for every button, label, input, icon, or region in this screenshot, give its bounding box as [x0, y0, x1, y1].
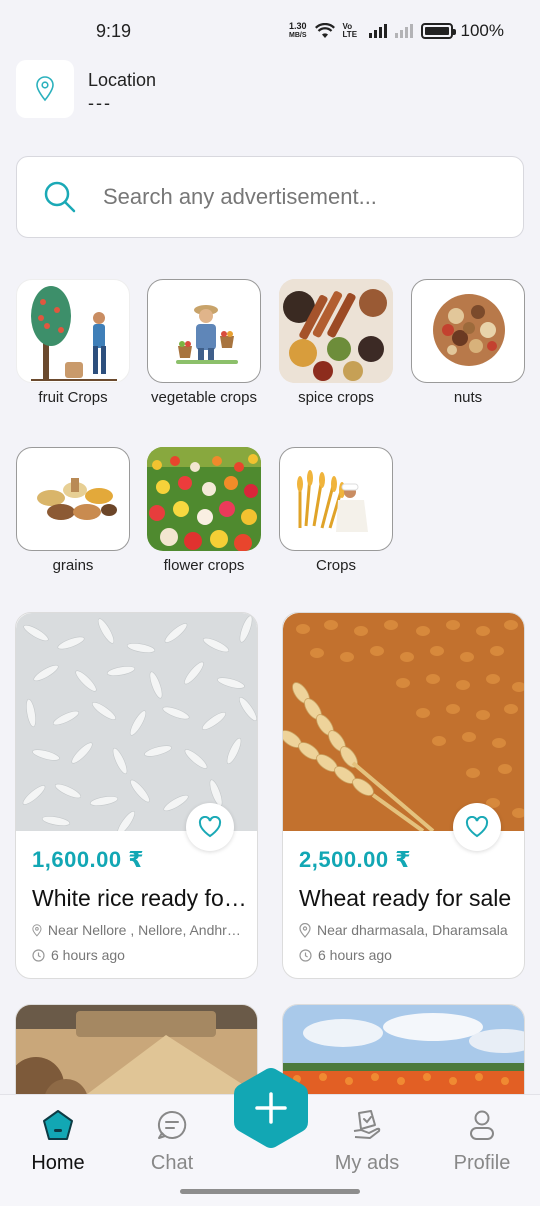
heart-icon	[198, 816, 222, 838]
listing-card[interactable]: 2,500.00 ₹ Wheat ready for sale Near dha…	[282, 612, 525, 979]
category-image	[147, 279, 261, 383]
battery-level: 100%	[460, 21, 504, 40]
category-vegetable-crops[interactable]: vegetable crops	[147, 279, 261, 406]
category-image	[147, 447, 261, 551]
favorite-button[interactable]	[186, 803, 234, 851]
category-label: grains	[52, 557, 94, 574]
home-indicator	[180, 1189, 360, 1194]
listing-location: Near Nellore , Nellore, Andhra Pradesh	[32, 922, 247, 938]
category-fruit-crops[interactable]: fruit Crops	[16, 279, 130, 406]
status-bar: 9:19 1.30 MB/S Vo LTE 100%	[0, 0, 540, 62]
category-spice-crops[interactable]: spice crops	[279, 279, 393, 406]
category-crops[interactable]: Crops	[279, 447, 393, 574]
nav-profile[interactable]: Profile	[432, 1109, 532, 1175]
clock-icon	[32, 948, 45, 962]
listing-image	[16, 613, 257, 831]
heart-icon	[465, 816, 489, 838]
nav-chat[interactable]: Chat	[122, 1109, 222, 1175]
listing-location: Near dharmasala, Dharamsala	[299, 922, 514, 938]
location-icon-box[interactable]	[16, 60, 74, 118]
location-value: ---	[88, 93, 112, 113]
listing-time: 6 hours ago	[32, 947, 247, 963]
my-ads-icon	[353, 1110, 381, 1139]
location-pin-icon	[36, 76, 54, 102]
plus-icon	[234, 1068, 308, 1148]
favorite-button[interactable]	[453, 803, 501, 851]
listing-location-text: Near Nellore , Nellore, Andhra Pradesh	[47, 922, 247, 938]
home-icon	[43, 1110, 73, 1140]
category-label: fruit Crops	[38, 389, 108, 406]
category-image	[16, 447, 130, 551]
wifi-icon	[314, 23, 335, 38]
status-time: 9:19	[96, 20, 132, 41]
category-image	[16, 279, 130, 383]
nav-chat-label: Chat	[150, 1152, 194, 1174]
category-image	[279, 279, 393, 383]
post-ad-button[interactable]	[232, 1066, 310, 1150]
category-grains[interactable]: grains	[16, 447, 130, 574]
nav-home-label: Home	[31, 1152, 85, 1174]
listing-card[interactable]: 1,600.00 ₹ White rice ready for sale Nea…	[15, 612, 258, 979]
chat-icon	[157, 1110, 187, 1139]
search-bar[interactable]: Search any advertisement...	[16, 156, 524, 238]
listing-price: 2,500.00 ₹	[299, 847, 412, 872]
nav-my-ads-label: My ads	[334, 1152, 400, 1174]
location-title: Location	[88, 70, 157, 90]
category-label: Crops	[315, 557, 356, 574]
listing-time-text: 6 hours ago	[318, 947, 392, 963]
listing-title: White rice ready for sale	[32, 885, 252, 911]
listing-image	[283, 613, 524, 831]
category-label: vegetable crops	[151, 389, 257, 406]
nav-my-ads[interactable]: My ads	[317, 1109, 417, 1175]
category-label: spice crops	[298, 389, 374, 406]
volte-icon: Vo LTE	[342, 22, 358, 39]
listing-location-text: Near dharmasala, Dharamsala	[317, 922, 508, 938]
category-nuts[interactable]: nuts	[411, 279, 525, 406]
category-label: nuts	[453, 389, 483, 406]
battery-icon	[420, 23, 456, 39]
signal-icon	[368, 24, 387, 38]
listing-price: 1,600.00 ₹	[32, 847, 145, 872]
clock-icon	[299, 948, 312, 962]
location-pin-icon	[32, 923, 42, 937]
category-image	[279, 447, 393, 551]
location-pin-icon	[299, 922, 311, 938]
signal-2-icon	[394, 24, 413, 38]
category-flower-crops[interactable]: flower crops	[147, 447, 261, 574]
nav-home[interactable]: Home	[8, 1109, 108, 1175]
category-label: flower crops	[163, 557, 245, 574]
category-image	[411, 279, 525, 383]
network-speed: 1.30 MB/S	[288, 21, 307, 40]
location-selector[interactable]: Location ---	[16, 60, 156, 118]
listing-time-text: 6 hours ago	[51, 947, 125, 963]
status-icons: 1.30 MB/S Vo LTE 100%	[289, 21, 504, 41]
listing-time: 6 hours ago	[299, 947, 514, 963]
profile-icon	[470, 1110, 494, 1140]
search-icon	[44, 181, 76, 213]
nav-profile-label: Profile	[453, 1152, 511, 1174]
search-input[interactable]: Search any advertisement...	[103, 184, 377, 210]
listing-title: Wheat ready for sale	[299, 885, 512, 911]
